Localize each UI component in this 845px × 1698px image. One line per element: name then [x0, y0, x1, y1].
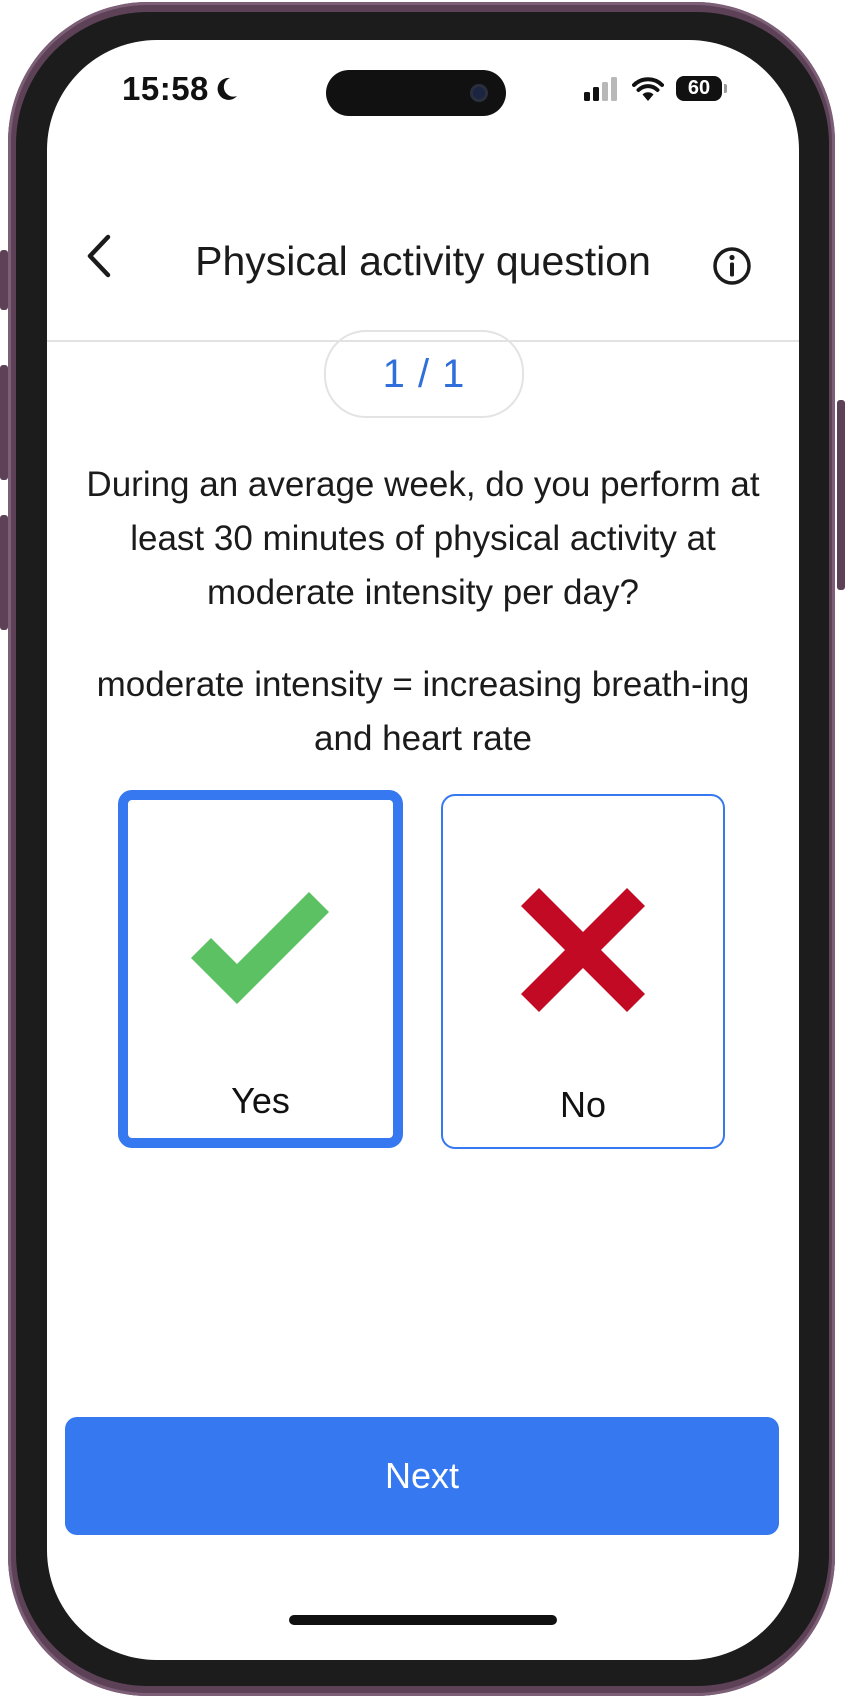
question-text: During an average week, do you perform a… [86, 465, 760, 612]
option-no-button[interactable]: No [441, 794, 725, 1149]
app-header: Physical activity question [47, 180, 799, 342]
status-bar-indicators: 60 [584, 76, 727, 101]
phone-power-button [837, 400, 845, 590]
info-button[interactable] [712, 246, 752, 286]
phone-volume-down-button [0, 515, 8, 630]
dynamic-island [326, 70, 506, 116]
battery-indicator: 60 [676, 76, 727, 101]
option-no-icon-wrap [443, 886, 723, 1014]
checkmark-icon [190, 892, 329, 1004]
option-yes-button[interactable]: Yes [118, 790, 403, 1148]
phone-volume-up-button [0, 365, 8, 480]
question-hint: moderate intensity = increasing breath-i… [96, 665, 750, 758]
info-circle-icon [713, 247, 751, 285]
option-yes-icon-wrap [128, 890, 393, 1006]
home-indicator[interactable] [289, 1615, 557, 1625]
next-button[interactable]: Next [65, 1417, 779, 1535]
option-no-label: No [559, 1084, 607, 1125]
status-time-text: 15:58 [122, 70, 209, 107]
page-title: Physical activity question [195, 238, 651, 284]
phone-action-button [0, 250, 8, 310]
status-bar-time: 15:58 [122, 70, 239, 108]
battery-level: 60 [687, 77, 711, 99]
question-counter: 1 / 1 [324, 330, 524, 418]
camera-icon [470, 84, 488, 102]
cellular-signal-icon [584, 76, 617, 101]
wifi-icon [632, 76, 664, 101]
moon-icon [217, 77, 237, 100]
option-yes-label: Yes [231, 1080, 290, 1121]
phone-screen: 15:58 60 Physical activity question 1 / … [47, 40, 799, 1660]
cross-icon [521, 888, 645, 1012]
